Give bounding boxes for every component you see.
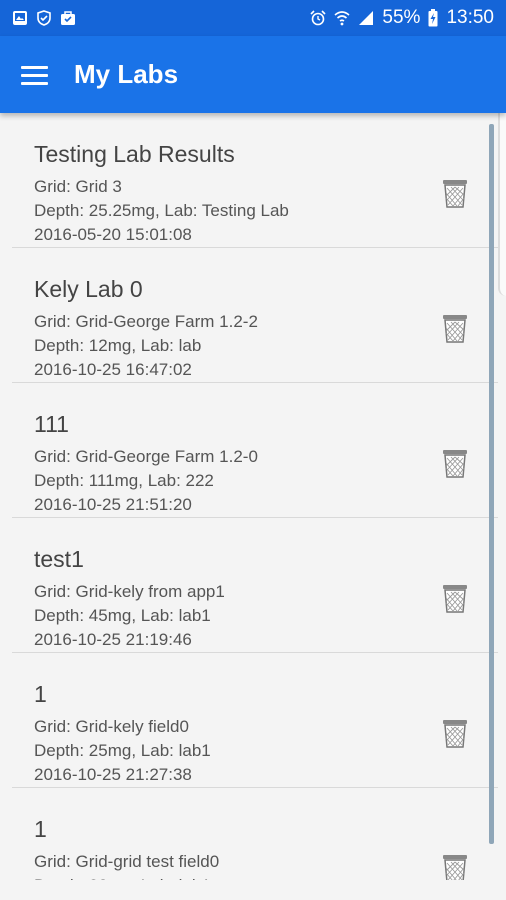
- status-bar: 55% 13:50: [0, 0, 506, 36]
- hamburger-menu-icon[interactable]: [21, 65, 49, 85]
- store-notification-icon: [61, 11, 75, 25]
- scrollbar[interactable]: [489, 124, 494, 844]
- lab-title: test1: [34, 546, 84, 572]
- trash-icon[interactable]: [442, 718, 468, 748]
- lab-depth-lab: Depth: 25mg, Lab: lab1: [34, 741, 211, 760]
- labs-list[interactable]: Testing Lab Results Grid: Grid 3 Depth: …: [12, 113, 498, 889]
- lab-depth-lab: Depth: 12mg, Lab: lab: [34, 336, 202, 355]
- alarm-icon: [310, 10, 326, 26]
- signal-icon: [359, 11, 374, 25]
- lab-title: 1: [34, 816, 47, 842]
- gallery-notification-icon: [13, 11, 27, 25]
- battery-percentage: 55%: [382, 7, 421, 28]
- system-status: 55% 13:50: [310, 7, 494, 29]
- lab-timestamp: 2016-10-25 21:19:46: [34, 630, 192, 649]
- lab-depth-lab: Depth: 111mg, Lab: 222: [34, 471, 214, 490]
- list-item[interactable]: 111 Grid: Grid-George Farm 1.2-0 Depth: …: [12, 383, 498, 518]
- drawer-edge[interactable]: [498, 96, 506, 296]
- lab-title: 1: [34, 681, 47, 707]
- lab-timestamp: 2016-10-25 21:51:20: [34, 495, 192, 514]
- page-title: My Labs: [74, 59, 179, 89]
- lab-depth-lab: Depth: 45mg, Lab: lab1: [34, 606, 211, 625]
- lab-title: Testing Lab Results: [34, 141, 235, 167]
- clock: 13:50: [446, 7, 494, 28]
- battery-charging-icon: [428, 9, 438, 27]
- lab-timestamp: 2016-10-25 16:47:02: [34, 360, 192, 379]
- lab-grid: Grid: Grid-grid test field0: [34, 852, 220, 871]
- notification-icons: [12, 10, 76, 26]
- list-item[interactable]: Kely Lab 0 Grid: Grid-George Farm 1.2-2 …: [12, 248, 498, 383]
- lab-depth-lab: Depth: 25.25mg, Lab: Testing Lab: [34, 201, 289, 220]
- list-item[interactable]: Testing Lab Results Grid: Grid 3 Depth: …: [12, 113, 498, 248]
- lab-grid: Grid: Grid-kely from app1: [34, 582, 225, 601]
- trash-icon[interactable]: [442, 178, 468, 208]
- trash-icon[interactable]: [442, 583, 468, 613]
- lab-title: 111: [34, 411, 69, 437]
- list-item[interactable]: 1 Grid: Grid-kely field0 Depth: 25mg, La…: [12, 653, 498, 788]
- lab-timestamp: 2016-10-25 21:27:38: [34, 765, 192, 784]
- shield-check-icon: [37, 10, 51, 26]
- lab-title: Kely Lab 0: [34, 276, 143, 302]
- lab-timestamp: 2016-05-20 15:01:08: [34, 225, 192, 244]
- list-item[interactable]: 1 Grid: Grid-grid test field0 Depth: 22m…: [12, 788, 498, 889]
- trash-icon[interactable]: [442, 448, 468, 478]
- lab-grid: Grid: Grid-George Farm 1.2-2: [34, 312, 258, 331]
- list-bottom-edge: [0, 880, 506, 900]
- trash-icon[interactable]: [442, 853, 468, 883]
- wifi-icon: [334, 11, 350, 26]
- lab-grid: Grid: Grid-George Farm 1.2-0: [34, 447, 258, 466]
- list-item[interactable]: test1 Grid: Grid-kely from app1 Depth: 4…: [12, 518, 498, 653]
- trash-icon[interactable]: [442, 313, 468, 343]
- lab-grid: Grid: Grid-kely field0: [34, 717, 189, 736]
- lab-grid: Grid: Grid 3: [34, 177, 122, 196]
- app-bar: My Labs: [0, 36, 506, 113]
